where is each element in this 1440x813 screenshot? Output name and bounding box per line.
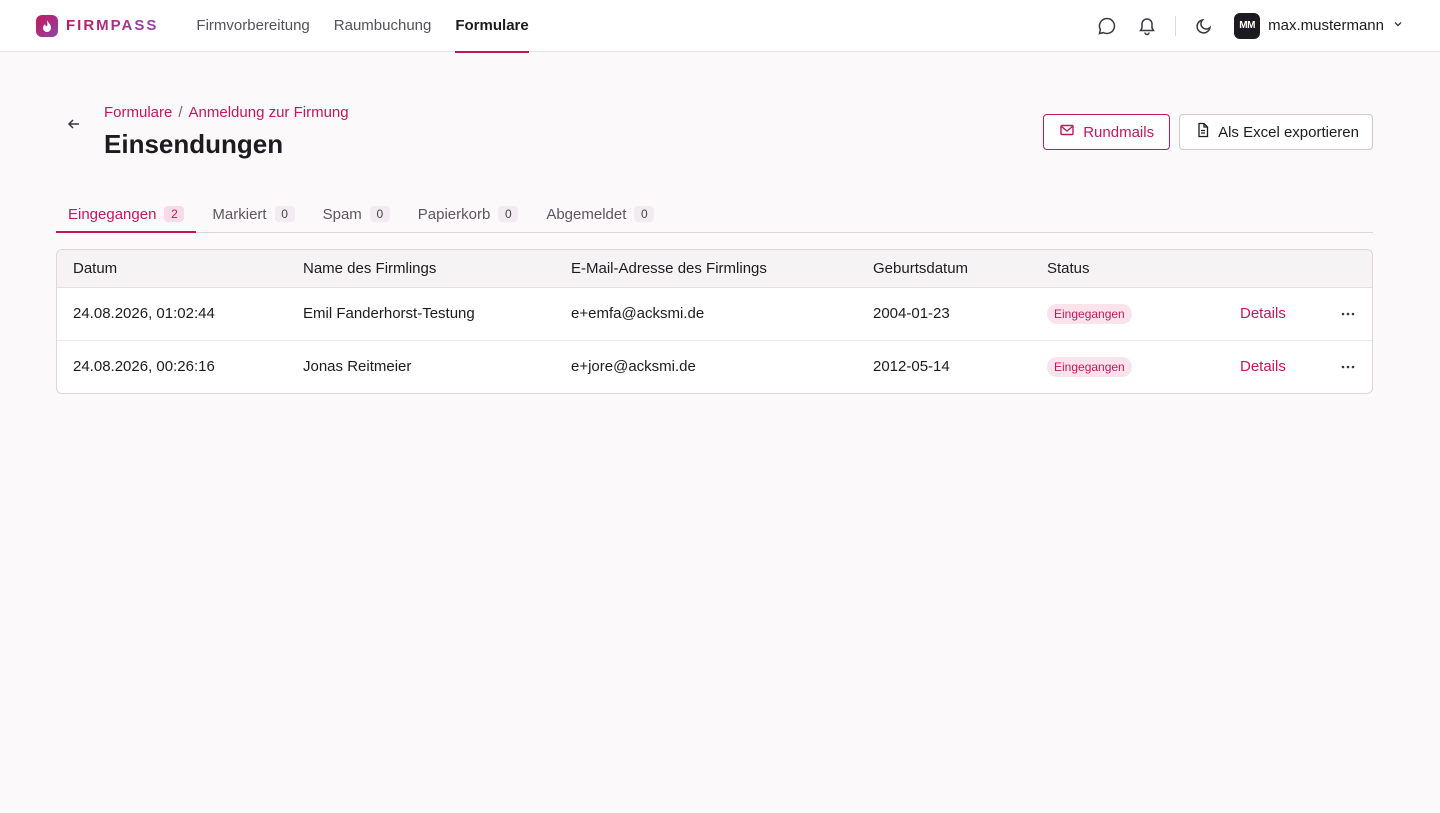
top-navigation-bar: FIRMPASS Firmvorbereitung Raumbuchung Fo…: [0, 0, 1440, 53]
cell-details: Details: [1224, 340, 1304, 393]
tab-label: Abgemeldet: [546, 205, 627, 223]
tab-count-badge: 0: [369, 206, 390, 222]
column-header-datum[interactable]: Datum: [57, 250, 287, 288]
status-badge: Eingegangen: [1047, 303, 1132, 324]
column-header-email[interactable]: E-Mail-Adresse des Firmlings: [555, 250, 857, 288]
cell-birthdate: 2004-01-23: [857, 287, 1031, 341]
nav-item-raumbuchung[interactable]: Raumbuchung: [334, 0, 432, 52]
tab-count-badge: 0: [498, 206, 519, 222]
divider: [1175, 15, 1177, 36]
title-block: Formulare / Anmeldung zur Firmung Einsen…: [104, 104, 349, 160]
cell-status: Eingegangen: [1031, 287, 1224, 341]
tab-count-badge: 0: [634, 206, 655, 222]
column-header-name[interactable]: Name des Firmlings: [287, 250, 555, 288]
rundmails-button[interactable]: Rundmails: [1043, 114, 1171, 150]
tab-papierkorb[interactable]: Papierkorb 0: [406, 196, 531, 232]
user-name: max.mustermann: [1268, 17, 1384, 34]
main-nav: Firmvorbereitung Raumbuchung Formulare: [196, 0, 530, 53]
tab-spam[interactable]: Spam 0: [311, 196, 402, 232]
brand-name: FIRMPASS: [66, 17, 159, 34]
column-header-more: [1304, 250, 1372, 288]
file-icon: [1196, 122, 1210, 142]
header-actions: Rundmails Als Excel exportieren: [1043, 114, 1373, 150]
tab-label: Markiert: [212, 205, 267, 223]
cell-details: Details: [1224, 287, 1304, 341]
cell-more: [1304, 340, 1372, 393]
export-excel-button[interactable]: Als Excel exportieren: [1179, 114, 1373, 150]
mail-icon: [1059, 122, 1075, 142]
page-header: Formulare / Anmeldung zur Firmung Einsen…: [56, 104, 1373, 160]
tab-markiert[interactable]: Markiert 0: [200, 196, 306, 232]
submissions-table: Datum Name des Firmlings E-Mail-Adresse …: [57, 250, 1372, 393]
chevron-down-icon: [1392, 17, 1404, 34]
avatar: MM: [1234, 12, 1261, 39]
column-header-geburtsdatum[interactable]: Geburtsdatum: [857, 250, 1031, 288]
main-content: Formulare / Anmeldung zur Firmung Einsen…: [0, 104, 1440, 394]
cell-more: [1304, 287, 1372, 341]
breadcrumb: Formulare / Anmeldung zur Firmung: [104, 104, 349, 121]
export-label: Als Excel exportieren: [1218, 123, 1359, 141]
cell-date: 24.08.2026, 01:02:44: [57, 287, 287, 341]
more-options-icon[interactable]: [1320, 359, 1356, 375]
details-link[interactable]: Details: [1240, 305, 1286, 322]
back-arrow-icon[interactable]: [62, 112, 86, 136]
table-row[interactable]: 24.08.2026, 01:02:44 Emil Fanderhorst-Te…: [57, 287, 1372, 341]
status-badge: Eingegangen: [1047, 356, 1132, 377]
user-menu[interactable]: MM max.mustermann: [1234, 12, 1404, 39]
tab-eingegangen[interactable]: Eingegangen 2: [56, 196, 197, 233]
moon-icon[interactable]: [1192, 14, 1216, 38]
bell-icon[interactable]: [1135, 14, 1159, 38]
cell-email: e+jore@acksmi.de: [571, 358, 696, 376]
tab-count-badge: 2: [164, 206, 185, 222]
chat-icon[interactable]: [1095, 14, 1119, 38]
table-header-row: Datum Name des Firmlings E-Mail-Adresse …: [57, 250, 1372, 288]
tab-abgemeldet[interactable]: Abgemeldet 0: [534, 196, 666, 232]
brand[interactable]: FIRMPASS: [36, 14, 159, 37]
cell-status: Eingegangen: [1031, 340, 1224, 393]
column-header-status[interactable]: Status: [1031, 250, 1224, 288]
topbar-actions: MM max.mustermann: [1095, 12, 1404, 39]
breadcrumb-link-current[interactable]: Anmeldung zur Firmung: [189, 104, 349, 121]
tab-label: Spam: [322, 205, 362, 223]
status-tabs: Eingegangen 2 Markiert 0 Spam 0 Papierko…: [56, 196, 1373, 233]
table-row[interactable]: 24.08.2026, 00:26:16 Jonas Reitmeier e+j…: [57, 340, 1372, 393]
breadcrumb-separator: /: [178, 104, 183, 121]
cell-email: e+emfa@acksmi.de: [555, 287, 857, 341]
tab-count-badge: 0: [274, 206, 295, 222]
cell-date: 24.08.2026, 00:26:16: [73, 358, 215, 376]
nav-item-firmvorbereitung[interactable]: Firmvorbereitung: [196, 0, 309, 52]
nav-item-formulare[interactable]: Formulare: [455, 0, 530, 53]
cell-name: Jonas Reitmeier: [303, 358, 412, 376]
rundmails-label: Rundmails: [1083, 123, 1155, 141]
column-header-details: [1224, 250, 1304, 288]
cell-birthdate: 2012-05-14: [873, 358, 950, 376]
cell-name: Emil Fanderhorst-Testung: [287, 287, 555, 341]
tab-label: Papierkorb: [417, 205, 491, 223]
breadcrumb-link-formulare[interactable]: Formulare: [104, 104, 172, 121]
submissions-table-card: Datum Name des Firmlings E-Mail-Adresse …: [56, 249, 1373, 394]
more-options-icon[interactable]: [1320, 306, 1356, 322]
details-link[interactable]: Details: [1240, 358, 1286, 375]
page-title: Einsendungen: [104, 129, 284, 159]
tab-label: Eingegangen: [68, 205, 157, 223]
brand-logo-icon: [36, 14, 58, 37]
